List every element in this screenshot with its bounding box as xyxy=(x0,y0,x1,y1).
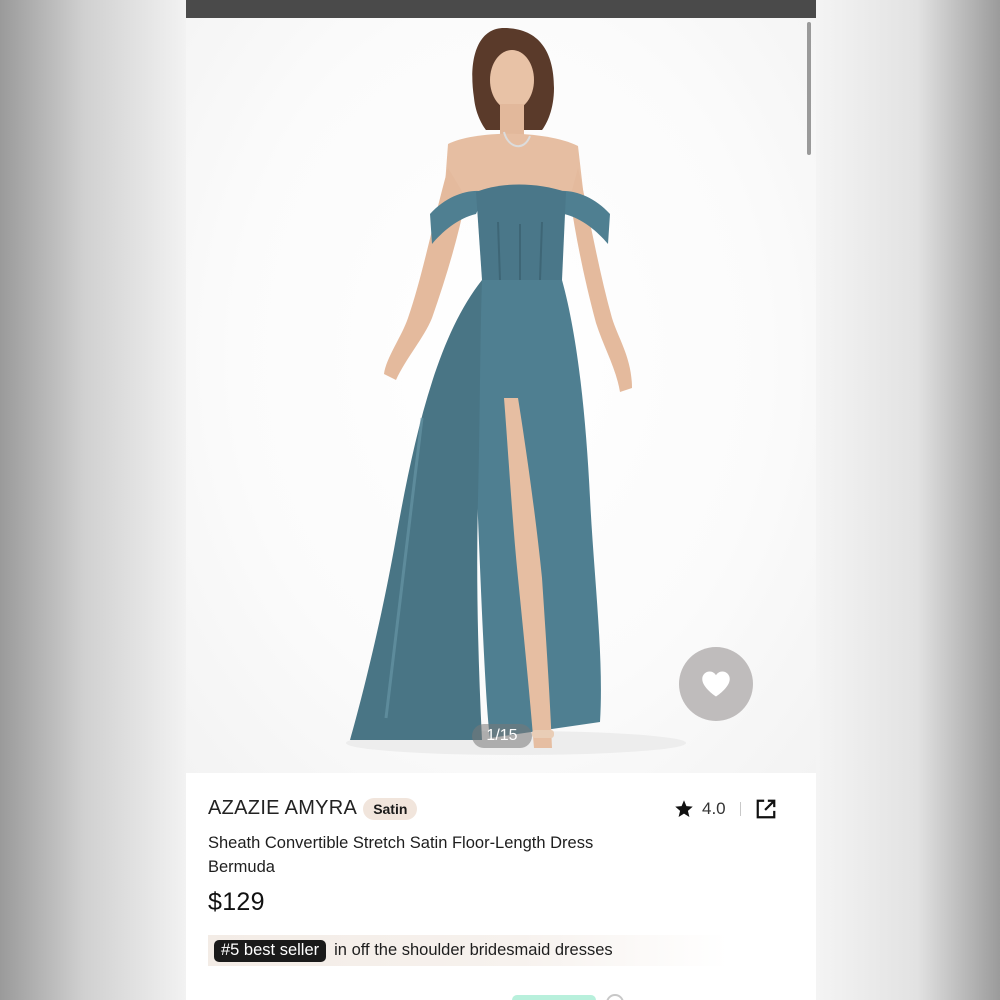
brand-row: AZAZIE AMYRA Satin xyxy=(208,797,418,820)
rating-value[interactable]: 4.0 xyxy=(702,799,726,819)
status-bar xyxy=(186,0,816,18)
product-title: Sheath Convertible Stretch Satin Floor-L… xyxy=(208,831,648,879)
image-counter: 1/15 xyxy=(472,724,532,748)
favorite-button[interactable] xyxy=(679,647,753,721)
bestseller-badge: #5 best seller xyxy=(214,939,327,962)
divider xyxy=(739,802,741,816)
scrollbar[interactable] xyxy=(807,22,811,155)
brand-name[interactable]: AZAZIE AMYRA xyxy=(208,797,357,820)
fabric-tag: Satin xyxy=(363,797,418,820)
product-page: 1/15 AZAZIE AMYRA Satin 4.0 Sheath Conve… xyxy=(186,0,816,1000)
next-section-peek xyxy=(512,995,596,1000)
background-left xyxy=(0,0,186,1000)
product-image[interactable]: 1/15 xyxy=(186,18,816,773)
product-title-line1: Sheath Convertible Stretch Satin Floor-L… xyxy=(208,834,594,852)
bestseller-text: in off the shoulder bridesmaid dresses xyxy=(334,941,613,959)
background-right xyxy=(816,0,1000,1000)
heart-icon xyxy=(702,671,730,697)
rating-share-bar: 4.0 xyxy=(674,794,792,824)
bestseller-banner[interactable]: #5 best seller in off the shoulder bride… xyxy=(208,935,728,966)
next-section-circle xyxy=(606,994,624,1000)
star-icon xyxy=(675,800,693,817)
external-link-icon[interactable] xyxy=(755,798,777,820)
product-price: $129 xyxy=(208,888,265,916)
product-color-name: Bermuda xyxy=(208,858,275,876)
